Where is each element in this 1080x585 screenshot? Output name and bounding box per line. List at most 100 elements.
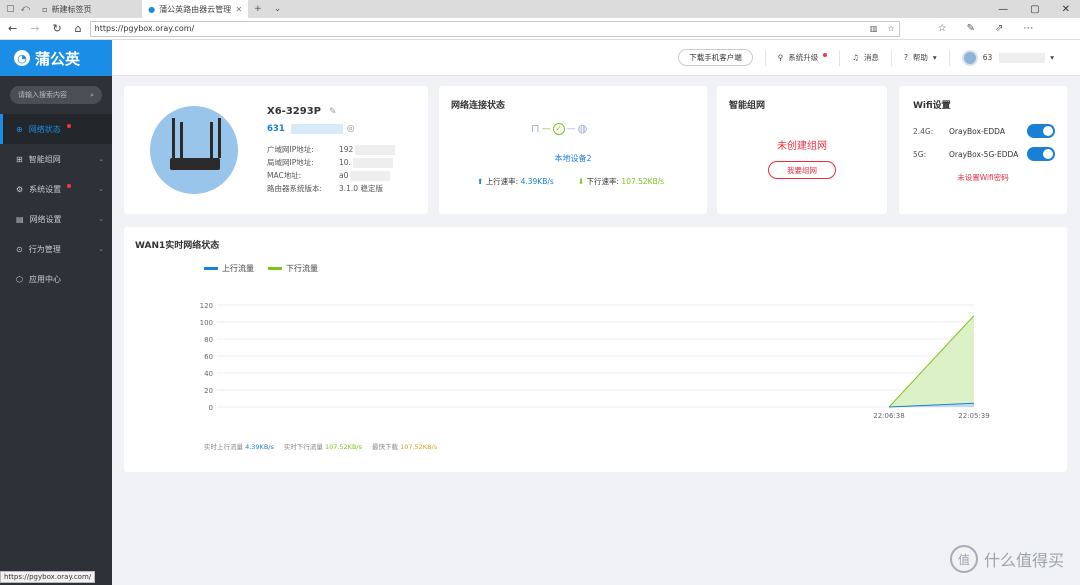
x-tick-label: 22:06:38 — [873, 412, 904, 420]
wan-chart-card: WAN1实时网络状态 上行流量 下行流量 0 20 40 60 80 100 120 22:0… — [124, 227, 1067, 472]
help-button[interactable]: ? 帮助 ▾ — [890, 49, 949, 66]
more-icon[interactable]: ⋯ — [1023, 23, 1033, 34]
chevron-down-icon: ⌄ — [98, 185, 104, 193]
y-tick-label: 100 — [200, 319, 213, 327]
chevron-down-icon: ▾ — [1050, 53, 1054, 62]
card-title: Wifi设置 — [913, 101, 951, 111]
watermark: 值 什么值得买 — [949, 545, 1064, 573]
avatar — [961, 49, 978, 66]
wifi-card: Wifi设置 2.4G: OrayBox-EDDA 5G: OrayBox-5G… — [899, 86, 1067, 214]
page-icon: ▫ — [42, 4, 48, 14]
system-upgrade-button[interactable]: ⚲ 系统升级 — [764, 49, 840, 66]
wifi-password-warning[interactable]: 未设置Wifi密码 — [899, 172, 1067, 183]
legend-download[interactable]: 下行流量 — [268, 263, 318, 274]
network-status-card: 网络连接状态 ⊓ — ✓ — ◍ 本地设备2 ⬆ 上行速率: 4.39KB/s … — [439, 86, 707, 214]
favorite-star-icon[interactable]: ☆ — [887, 24, 894, 33]
home-icon[interactable]: ⌂ — [75, 22, 82, 35]
card-title: 智能组网 — [729, 101, 766, 111]
y-tick-label: 40 — [204, 370, 213, 378]
x-tick-label: 22:05:39 — [958, 412, 989, 420]
pen-icon[interactable]: ✎ — [967, 23, 975, 34]
info-row-version: 路由器系统版本: 3.1.0 稳定版 — [267, 184, 383, 193]
y-tick-label: 20 — [204, 387, 213, 395]
device-model: X6-3293P — [267, 106, 321, 117]
wifi-24g-toggle[interactable] — [1027, 124, 1055, 138]
notification-dot — [67, 184, 72, 188]
new-tab-button[interactable]: + — [248, 4, 268, 14]
traffic-chart: 0 20 40 60 80 100 120 22:06:38 22:05:39 — [200, 302, 990, 420]
info-row-wan: 广域网IP地址: 192 — [267, 143, 396, 156]
sidebar-item-system-settings[interactable]: ⚙ 系统设置 ⌄ — [0, 174, 112, 204]
tab-actions-icon[interactable]: ▢ — [6, 4, 15, 14]
globe-icon: ◍ — [577, 122, 588, 135]
chevron-down-icon: ▾ — [932, 53, 937, 62]
minimize-button[interactable]: — — [998, 4, 1008, 15]
sidebar-search[interactable]: 请输入搜索内容 ⌕ — [10, 86, 102, 104]
messages-button[interactable]: ♫ 消息 — [839, 49, 891, 66]
close-tab-icon[interactable]: ✕ — [235, 5, 242, 14]
sidebar-item-network-settings[interactable]: ▤ 网络设置 ⌄ — [0, 204, 112, 234]
top-header: 下载手机客户端 ⚲ 系统升级 ♫ 消息 ? 帮助 ▾ 63 ▾ — [112, 40, 1080, 76]
cube-icon: ⬡ — [16, 274, 23, 284]
info-row-lan: 局域网IP地址: 10. — [267, 156, 395, 169]
download-client-button[interactable]: 下载手机客户端 — [678, 49, 753, 66]
favorites-hub-icon[interactable]: ☆ — [938, 23, 947, 34]
browser-tab-newtab[interactable]: ▫ 新建标签页 — [36, 0, 142, 18]
local-device-label[interactable]: 本地设备2 — [439, 153, 707, 164]
user-menu[interactable]: 63 ▾ — [948, 49, 1066, 66]
router-icon: ⊓ — [531, 122, 540, 135]
share-icon[interactable]: ⇗ — [995, 23, 1003, 34]
forward-icon[interactable]: → — [30, 22, 39, 35]
legend-upload[interactable]: 上行流量 — [204, 263, 254, 274]
bell-icon: ♫ — [852, 53, 859, 62]
lock-icon: ⚲ — [777, 53, 784, 62]
address-bar-row: ← → ↻ ⌂ https://pgybox.oray.com/ ▥ ☆ ☆ ✎… — [0, 18, 1080, 40]
favicon-icon: ● — [148, 4, 156, 14]
brand-logo[interactable]: ◔ 蒲公英 — [0, 40, 112, 76]
card-title: WAN1实时网络状态 — [135, 241, 220, 251]
wifi-5g-toggle[interactable] — [1027, 147, 1055, 161]
refresh-icon[interactable]: ↻ — [52, 22, 61, 35]
create-network-button[interactable]: 我要组网 — [768, 161, 836, 179]
device-card: X6-3293P ✎ 631 ◎ 广域网IP地址: 192 局域网IP地址: 1… — [124, 86, 428, 214]
router-image — [150, 106, 238, 194]
masked-text — [999, 52, 1046, 63]
watermark-logo-icon: 值 — [949, 545, 978, 573]
y-tick-label: 120 — [200, 302, 213, 310]
sidebar-item-behavior-management[interactable]: ⊙ 行为管理 ⌄ — [0, 234, 112, 264]
gear-icon: ⚙ — [16, 184, 24, 194]
upload-speed: ⬆ 上行速率: 4.39KB/s — [477, 177, 554, 186]
sidebar-item-app-center[interactable]: ⬡ 应用中心 — [0, 264, 112, 294]
tab-back-icon[interactable]: ⤺ — [21, 4, 31, 14]
chevron-down-icon: ⌄ — [98, 155, 104, 163]
behavior-icon: ⊙ — [16, 244, 23, 254]
chart-legend: 上行流量 下行流量 — [204, 263, 318, 274]
sidebar: ◔ 蒲公英 请输入搜索内容 ⌕ ⊕ 网络状态 ⊞ 智能组网 ⌄ ⚙ 系统设置 ⌄… — [0, 40, 112, 585]
chart-footer: 实时上行流量 4.39KB/s 实时下行流量 107.52KB/s 最快下载 1… — [204, 443, 438, 451]
smart-network-card: 智能组网 未创建组网 我要组网 — [717, 86, 887, 214]
chevron-down-icon: ⌄ — [98, 215, 104, 223]
question-icon: ? — [903, 53, 908, 62]
close-window-button[interactable]: ✕ — [1062, 4, 1070, 15]
chevron-down-icon: ⌄ — [98, 245, 104, 253]
y-tick-label: 80 — [204, 336, 213, 344]
search-icon[interactable]: ⌕ — [90, 91, 94, 100]
check-icon: ✓ — [552, 122, 565, 135]
back-icon[interactable]: ← — [8, 22, 17, 35]
maximize-button[interactable]: ▢ — [1030, 4, 1039, 15]
info-row-mac: MAC地址: a0 — [267, 169, 395, 182]
notification-dot — [66, 124, 71, 128]
status-bar-url: https://pgybox.oray.com/ — [0, 571, 96, 583]
url-field[interactable]: https://pgybox.oray.com/ ▥ ☆ — [89, 20, 900, 37]
browser-tab-active[interactable]: ● 蒲公英路由器云管理 ✕ — [142, 0, 249, 18]
reading-view-icon[interactable]: ▥ — [870, 24, 878, 33]
browser-tab-bar: ▢ ⤺ ▫ 新建标签页 ● 蒲公英路由器云管理 ✕ + ⌄ — ▢ ✕ — [0, 0, 1080, 18]
tab-list-chevron-icon[interactable]: ⌄ — [268, 4, 288, 14]
cluster-icon: ⊞ — [16, 154, 23, 164]
sidebar-item-network-status[interactable]: ⊕ 网络状态 — [0, 114, 112, 144]
logo-icon: ◔ — [14, 50, 30, 66]
sidebar-item-smart-network[interactable]: ⊞ 智能组网 ⌄ — [0, 144, 112, 174]
eye-off-icon[interactable]: ◎ — [347, 124, 355, 134]
notification-dot — [823, 52, 828, 57]
edit-icon[interactable]: ✎ — [329, 107, 337, 117]
